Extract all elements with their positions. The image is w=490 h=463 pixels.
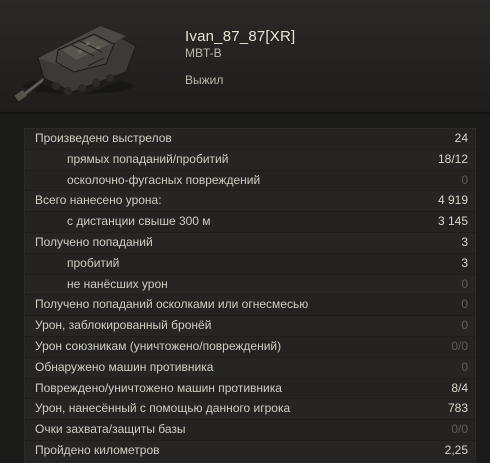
stat-row: Всего нанесено урона: 4 919	[25, 191, 475, 213]
stat-value: 3	[461, 234, 468, 249]
stat-label: Получено попаданий	[35, 234, 153, 249]
stat-value: 0	[461, 276, 468, 291]
stat-row: Повреждено/уничтожено машин противника 8/…	[25, 379, 475, 400]
stat-label: Очки захвата/защиты базы	[35, 422, 186, 437]
stat-row: не нанёсших урон 0	[25, 274, 475, 296]
stat-label: Урон, заблокированный бронёй	[35, 318, 212, 333]
stat-row: Пройдено километров 2,25	[25, 440, 475, 462]
stat-row: с дистанции свыше 300 м 3 145	[25, 212, 475, 233]
stat-value: 18/12	[437, 151, 468, 166]
stat-row: Получено попаданий осколками или огнесме…	[25, 295, 475, 317]
battle-stats-table: Произведено выстрелов 24 прямых попаданий/…	[24, 128, 476, 463]
divider	[0, 112, 490, 114]
stat-label: Повреждено/уничтожено машин противника	[35, 380, 282, 395]
stat-row: Урон, нанесённый с помощью данного игрок…	[25, 399, 475, 421]
stat-value: 0/0	[451, 422, 468, 437]
stat-row: прямых попаданий/пробитий 18/12	[25, 149, 475, 171]
stat-value: 3 145	[437, 214, 468, 229]
stat-row: Очки захвата/защиты базы 0/0	[25, 420, 475, 441]
stat-label: пробитий	[67, 255, 120, 270]
stat-row: осколочно-фугасных повреждений 0	[25, 171, 475, 192]
stat-value: 8/4	[451, 380, 468, 395]
tank-name: MBT-B	[185, 46, 222, 60]
stat-row: Урон союзникам (уничтожено/повреждений) 0…	[25, 337, 475, 358]
stat-value: 783	[447, 401, 468, 416]
stat-row: Произведено выстрелов 24	[25, 129, 475, 150]
stat-value: 0	[461, 172, 468, 187]
stat-label: прямых попаданий/пробитий	[67, 151, 229, 166]
vehicle-header: Ivan_87_87[XR] MBT-B Выжил	[0, 0, 490, 112]
stat-row: Получено попаданий 3	[25, 232, 475, 254]
stat-label: Получено попаданий осколками или огнесме…	[35, 297, 309, 312]
stat-value: 0	[461, 318, 468, 333]
tank-icon	[14, 25, 137, 102]
stat-value: 24	[454, 131, 468, 145]
stat-value: 0/0	[451, 338, 468, 353]
stat-value: 0	[461, 297, 468, 312]
stat-label: Произведено выстрелов	[35, 131, 172, 145]
stat-value: 2,25	[444, 442, 468, 457]
stat-label: Всего нанесено урона:	[35, 193, 162, 208]
survival-status: Выжил	[185, 73, 224, 87]
stat-row: Урон, заблокированный бронёй 0	[25, 316, 475, 337]
stat-value: 0	[461, 359, 468, 374]
stat-label: Урон союзникам (уничтожено/повреждений)	[35, 338, 282, 353]
stat-label: осколочно-фугасных повреждений	[67, 172, 261, 187]
stat-row: пробитий 3	[25, 254, 475, 275]
stat-label: Урон, нанесённый с помощью данного игрок…	[35, 401, 291, 416]
stat-value: 4 919	[437, 193, 468, 208]
stat-row: Обнаружено машин противника 0	[25, 357, 475, 379]
player-name: Ivan_87_87[XR]	[185, 28, 296, 45]
stat-label: Пройдено километров	[35, 442, 160, 457]
stat-label: с дистанции свыше 300 м	[67, 214, 211, 229]
stat-label: Обнаружено машин противника	[35, 359, 214, 374]
stat-value: 3	[461, 255, 468, 270]
stat-label: не нанёсших урон	[67, 276, 168, 291]
